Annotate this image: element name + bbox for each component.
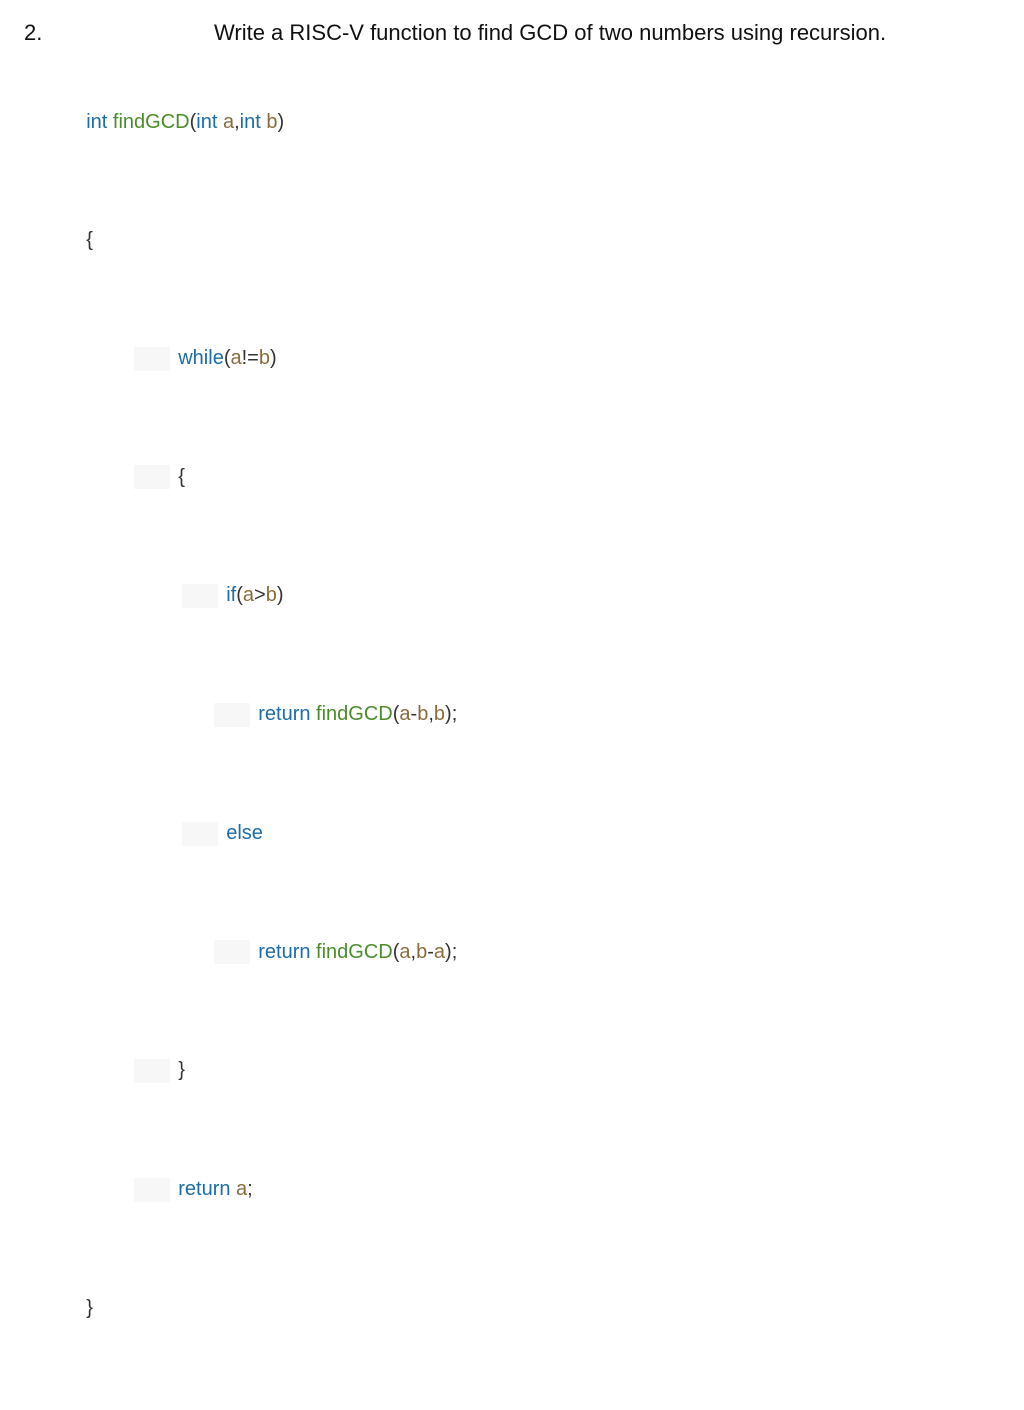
keyword-if: if bbox=[226, 584, 236, 606]
paren-close-semi: ); bbox=[445, 703, 457, 725]
var-a: a bbox=[223, 111, 234, 133]
keyword-int: int bbox=[86, 111, 107, 133]
keyword-int: int bbox=[196, 111, 217, 133]
highlight-bg bbox=[182, 822, 218, 846]
paren-close-semi: ); bbox=[445, 941, 457, 963]
code-line-return2: return findGCD(a,b-a); bbox=[192, 916, 1000, 989]
paren-close: ) bbox=[277, 584, 284, 606]
highlight-bg bbox=[134, 347, 170, 371]
var-b: b bbox=[266, 584, 277, 606]
var-a: a bbox=[236, 1178, 247, 1200]
var-b: b bbox=[259, 347, 270, 369]
var-a: a bbox=[399, 703, 410, 725]
brace-open: { bbox=[86, 229, 93, 251]
highlight-bg bbox=[134, 1178, 170, 1202]
var-b: b bbox=[266, 111, 277, 133]
keyword-int: int bbox=[240, 111, 261, 133]
highlight-bg bbox=[182, 584, 218, 608]
var-a: a bbox=[243, 584, 254, 606]
paren-close: ) bbox=[277, 111, 284, 133]
brace-close: } bbox=[86, 1297, 93, 1319]
var-b: b bbox=[416, 941, 427, 963]
function-name: findGCD bbox=[316, 941, 393, 963]
code-line-signature: int findGCD(int a,int b) bbox=[64, 86, 1000, 158]
function-name: findGCD bbox=[316, 703, 393, 725]
function-name: findGCD bbox=[113, 111, 190, 133]
brace-open: { bbox=[178, 466, 185, 488]
var-a: a bbox=[434, 941, 445, 963]
highlight-bg bbox=[214, 940, 250, 964]
code-line-brace-open: { bbox=[64, 204, 1000, 276]
code-line-return-a: return a; bbox=[112, 1153, 1000, 1226]
highlight-bg bbox=[214, 703, 250, 727]
keyword-return: return bbox=[258, 703, 310, 725]
question-number: 2. bbox=[24, 20, 214, 46]
paren-open: ( bbox=[236, 584, 243, 606]
var-a: a bbox=[399, 941, 410, 963]
keyword-while: while bbox=[178, 347, 224, 369]
code-line-inner-brace-close: } bbox=[112, 1034, 1000, 1107]
keyword-return: return bbox=[178, 1178, 230, 1200]
op-minus: - bbox=[427, 941, 434, 963]
brace-close: } bbox=[178, 1059, 185, 1081]
var-b: b bbox=[417, 703, 428, 725]
paren-close: ) bbox=[270, 347, 277, 369]
highlight-bg bbox=[134, 1059, 170, 1083]
op-gt: > bbox=[254, 584, 266, 606]
op-neq: != bbox=[242, 347, 259, 369]
code-line-if: if(a>b) bbox=[160, 559, 1000, 632]
question-header: 2. Write a RISC-V function to find GCD o… bbox=[24, 20, 1000, 46]
code-line-else: else bbox=[160, 797, 1000, 870]
question-title: Write a RISC-V function to find GCD of t… bbox=[214, 20, 886, 46]
code-line-return1: return findGCD(a-b,b); bbox=[192, 678, 1000, 751]
keyword-return: return bbox=[258, 941, 310, 963]
highlight-bg bbox=[134, 465, 170, 489]
var-a: a bbox=[230, 347, 241, 369]
var-b: b bbox=[434, 703, 445, 725]
code-line-while: while(a!=b) bbox=[112, 322, 1000, 395]
code-block: int findGCD(int a,int b) { while(a!=b) {… bbox=[64, 86, 1000, 1344]
code-line-brace-close: } bbox=[64, 1272, 1000, 1344]
paren-open: ( bbox=[393, 941, 400, 963]
code-line-inner-brace-open: { bbox=[112, 441, 1000, 514]
semicolon: ; bbox=[247, 1178, 253, 1200]
